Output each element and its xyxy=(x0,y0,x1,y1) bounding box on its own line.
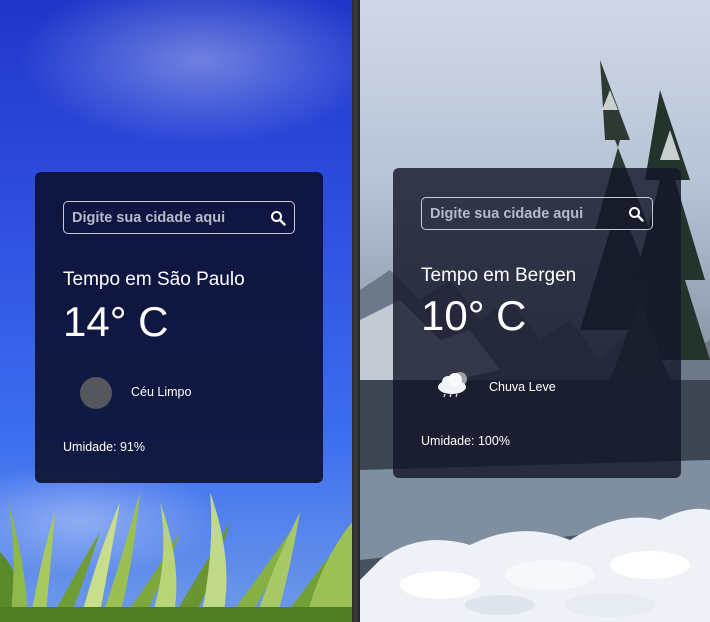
window-divider xyxy=(352,0,360,622)
search-button[interactable] xyxy=(620,198,652,229)
clear-sky-icon xyxy=(80,377,112,409)
city-search-box xyxy=(63,201,295,234)
grass-background xyxy=(0,492,352,622)
weather-card-sao-paulo: Tempo em São Paulo 14° C Céu Limpo Umida… xyxy=(35,172,323,483)
city-search-input[interactable] xyxy=(64,202,262,233)
light-rain-cloud-icon xyxy=(438,372,467,398)
city-title: Tempo em Bergen xyxy=(421,265,577,286)
search-button[interactable] xyxy=(262,202,294,233)
city-search-box xyxy=(421,197,653,230)
city-search-input[interactable] xyxy=(422,198,620,229)
temperature-value: 14° C xyxy=(63,298,169,345)
screenshot-stage: Tempo em São Paulo 14° C Céu Limpo Umida… xyxy=(0,0,710,622)
search-icon xyxy=(629,206,644,222)
search-icon xyxy=(271,210,286,226)
humidity-text: Umidade: 100% xyxy=(421,434,510,448)
weather-condition-label: Céu Limpo xyxy=(131,385,192,399)
weather-card-bergen: Tempo em Bergen 10° C Chuva Leve Umidade… xyxy=(393,168,681,478)
humidity-text: Umidade: 91% xyxy=(63,440,145,454)
temperature-value: 10° C xyxy=(421,292,527,339)
weather-condition-label: Chuva Leve xyxy=(489,380,556,394)
city-title: Tempo em São Paulo xyxy=(63,269,245,290)
